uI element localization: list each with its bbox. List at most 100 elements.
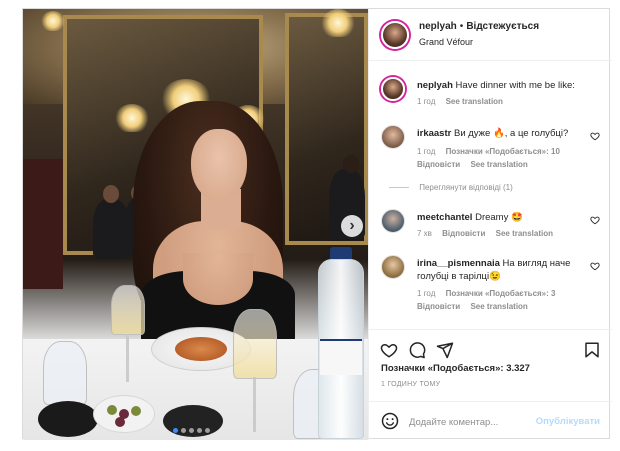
caption-username[interactable]: neplyah — [417, 80, 453, 91]
like-button[interactable] — [379, 340, 399, 360]
see-translation-link[interactable]: See translation — [470, 302, 527, 311]
olive — [115, 417, 125, 427]
comment-time: 1 год — [417, 147, 436, 156]
comments-list: neplyah Have dinner with me be like: 1 г… — [369, 61, 612, 329]
view-replies-label: Переглянути відповіді (1) — [419, 183, 513, 192]
comment-time: 1 год — [417, 289, 436, 298]
following-status[interactable]: Відстежується — [466, 21, 539, 32]
emoji-icon — [381, 412, 399, 430]
save-button[interactable] — [582, 340, 602, 360]
divider — [389, 187, 409, 189]
likes-count[interactable]: Позначки «Подобається»: 3.327 — [381, 363, 530, 374]
comment-text: irkaastr Ви дуже 🔥, а це голубці? — [417, 127, 587, 140]
comment-body: Dreamy 🤩 — [475, 212, 523, 223]
reply-button[interactable]: Відповісти — [417, 302, 460, 311]
post-photo[interactable]: › — [23, 9, 368, 440]
carousel-dot — [181, 428, 186, 433]
comment: irina__pismennaia На вигляд наче голубці… — [369, 255, 612, 319]
emoji-button[interactable] — [381, 412, 401, 432]
heart-icon — [590, 216, 600, 225]
post-header: neplyah • Відстежується Grand Véfour — [369, 9, 612, 61]
carousel-dot — [205, 428, 210, 433]
olive — [131, 406, 141, 416]
red-wall — [23, 159, 63, 289]
view-replies-row: Переглянути відповіді (1) — [369, 183, 612, 197]
background-person — [93, 199, 129, 259]
comment-username[interactable]: meetchantel — [417, 212, 472, 223]
comment: meetchantel Dreamy 🤩 7 хв Відповісти See… — [369, 209, 612, 245]
bookmark-icon — [585, 342, 599, 358]
bottle-label — [320, 339, 362, 375]
comment-button[interactable] — [407, 340, 427, 360]
glass-stem — [253, 377, 256, 432]
comment-meta: 1 год Позначки «Подобається»: 3 — [417, 289, 563, 298]
comment-username[interactable]: irina__pismennaia — [417, 258, 500, 269]
share-button[interactable] — [435, 340, 455, 360]
see-translation-link[interactable]: See translation — [496, 229, 553, 238]
water-glass — [43, 341, 87, 405]
background-person-head — [103, 185, 119, 203]
username-link[interactable]: neplyah — [419, 21, 457, 32]
comment-time: 7 хв — [417, 229, 432, 238]
carousel-next-button[interactable]: › — [341, 215, 363, 237]
glass-stem — [126, 334, 129, 382]
separator: • — [459, 21, 464, 32]
chandelier — [41, 11, 65, 31]
comment-likes[interactable]: Позначки «Подобається»: 3 — [446, 289, 556, 298]
see-translation-link[interactable]: See translation — [470, 160, 527, 169]
comment: irkaastr Ви дуже 🔥, а це голубці? 1 год … — [369, 125, 612, 175]
food — [175, 337, 227, 361]
carousel-dot — [197, 428, 202, 433]
reply-button[interactable]: Відповісти — [442, 229, 485, 238]
header-user-line: neplyah • Відстежується — [419, 21, 539, 32]
avatar[interactable] — [381, 77, 405, 101]
comment-meta: Відповісти See translation — [417, 302, 536, 311]
background-person-head — [343, 155, 359, 173]
comment-body: Ви дуже 🔥, а це голубці? — [453, 128, 569, 139]
dark-bowl — [38, 401, 98, 437]
caption-time: 1 год — [417, 97, 436, 106]
chandelier — [115, 104, 149, 132]
heart-icon — [590, 132, 600, 141]
comment-meta: 1 год Позначки «Подобається»: 10 — [417, 147, 568, 156]
comment-like-button[interactable] — [590, 261, 600, 274]
caption-text: neplyah Have dinner with me be like: — [417, 79, 587, 92]
carousel-dot — [189, 428, 194, 433]
comment-username[interactable]: irkaastr — [417, 128, 451, 139]
woman-face — [191, 129, 247, 201]
caption-body: Have dinner with me be like: — [455, 80, 575, 91]
add-comment-bar: Опублікувати — [369, 401, 612, 440]
heart-icon — [380, 343, 398, 358]
caption-meta: 1 год See translation — [417, 97, 511, 106]
comment-text: meetchantel Dreamy 🤩 — [417, 211, 587, 224]
see-translation-link[interactable]: See translation — [446, 97, 503, 106]
reply-button[interactable]: Відповісти — [417, 160, 460, 169]
post-modal: › neplyah • Відстежується Grand Véfour nep… — [22, 8, 612, 440]
carousel-dot — [173, 428, 178, 433]
carousel-dots — [173, 428, 210, 433]
champagne-glass — [111, 285, 145, 335]
post-time: 1 ГОДИНУ ТОМУ — [381, 381, 441, 388]
publish-button[interactable]: Опублікувати — [536, 416, 600, 427]
comment-text: irina__pismennaia На вигляд наче голубці… — [417, 257, 587, 283]
comment-meta: 7 хв Відповісти See translation — [417, 229, 561, 238]
comment-icon — [409, 342, 426, 359]
avatar[interactable] — [381, 21, 409, 49]
champagne-glass — [233, 309, 277, 379]
view-replies-button[interactable]: Переглянути відповіді (1) — [389, 183, 513, 192]
avatar[interactable] — [381, 125, 405, 149]
post-sidebar: neplyah • Відстежується Grand Véfour neply… — [368, 9, 612, 440]
avatar[interactable] — [381, 255, 405, 279]
share-icon — [436, 342, 454, 359]
caption: neplyah Have dinner with me be like: 1 г… — [369, 77, 612, 117]
chevron-right-icon: › — [349, 217, 355, 234]
comment-like-button[interactable] — [590, 131, 600, 144]
comment-meta: Відповісти See translation — [417, 160, 536, 169]
comment-input[interactable] — [409, 412, 544, 432]
comment-likes[interactable]: Позначки «Подобається»: 10 — [446, 147, 560, 156]
heart-icon — [590, 262, 600, 271]
chandelier — [321, 9, 355, 37]
comment-like-button[interactable] — [590, 215, 600, 228]
avatar[interactable] — [381, 209, 405, 233]
location-link[interactable]: Grand Véfour — [419, 37, 473, 47]
